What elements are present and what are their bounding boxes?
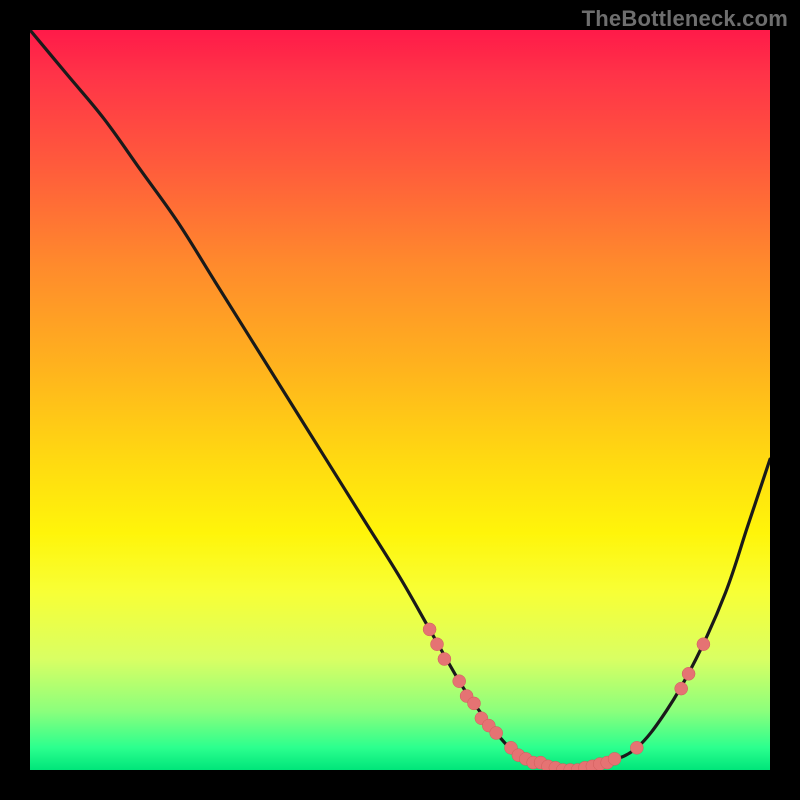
data-marker bbox=[630, 741, 643, 754]
data-marker bbox=[608, 752, 621, 765]
chart-frame: TheBottleneck.com bbox=[0, 0, 800, 800]
data-marker bbox=[453, 675, 466, 688]
data-marker bbox=[490, 727, 503, 740]
watermark-text: TheBottleneck.com bbox=[582, 6, 788, 32]
chart-svg bbox=[30, 30, 770, 770]
data-marker bbox=[438, 653, 451, 666]
data-marker bbox=[468, 697, 481, 710]
bottleneck-curve bbox=[30, 30, 770, 770]
data-marker bbox=[675, 682, 688, 695]
data-marker bbox=[682, 667, 695, 680]
data-marker bbox=[423, 623, 436, 636]
plot-area bbox=[30, 30, 770, 770]
marker-group bbox=[423, 623, 710, 770]
data-marker bbox=[697, 638, 710, 651]
data-marker bbox=[431, 638, 444, 651]
